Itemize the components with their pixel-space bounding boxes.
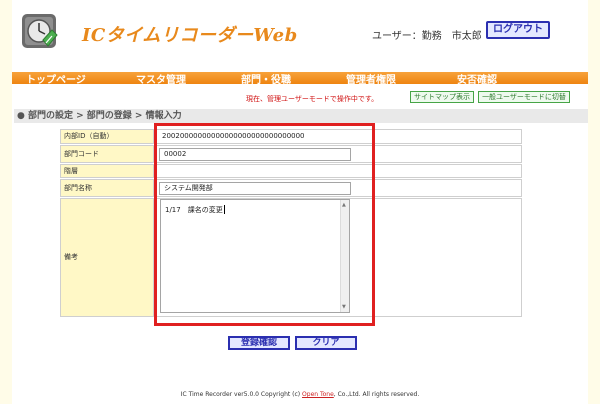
remarks-label: 備考 <box>61 199 154 316</box>
app-logo-icon <box>16 10 64 52</box>
dept-code-label: 部門コード <box>61 146 154 162</box>
confirm-registration-button[interactable]: 登録確認 <box>228 336 290 350</box>
logout-button[interactable]: ログアウト <box>486 21 550 39</box>
footer-company-link[interactable]: Open Tone <box>302 391 334 398</box>
nav-item-admin-rights[interactable]: 管理者権限 <box>346 72 396 84</box>
footer-copyright: IC Time Recorder ver5.0.0 Copyright (c) <box>180 391 301 398</box>
nav-item-department[interactable]: 部門・役職 <box>241 72 291 84</box>
dept-name-label: 部門名称 <box>61 180 154 196</box>
footer-suffix: , Co.,Ltd. All rights reserved. <box>333 391 420 398</box>
hierarchy-label: 階層 <box>61 165 154 177</box>
clear-button[interactable]: クリア <box>295 336 357 350</box>
mode-notice: 現在、管理ユーザーモードで操作中です。 <box>246 95 379 103</box>
internal-id-label: 内部ID（自動） <box>61 130 154 143</box>
app-title: ICタイムリコーダーWeb <box>82 25 298 46</box>
main-nav: トップページ マスタ管理 部門・役職 管理者権限 安否確認 <box>12 72 588 84</box>
switch-user-mode-button[interactable]: 一般ユーザーモードに切替 <box>478 91 570 103</box>
sitemap-button[interactable]: サイトマップ表示 <box>410 91 474 103</box>
nav-item-safety-check[interactable]: 安否確認 <box>457 72 497 84</box>
nav-item-master[interactable]: マスタ管理 <box>136 72 186 84</box>
highlight-box <box>154 123 375 326</box>
footer: IC Time Recorder ver5.0.0 Copyright (c) … <box>0 391 600 398</box>
user-label: ユーザー：勤務 市太郎 <box>372 31 482 42</box>
nav-item-top-page[interactable]: トップページ <box>26 72 86 84</box>
breadcrumb: ● 部門の設定 > 部門の登録 > 情報入力 <box>14 109 588 123</box>
